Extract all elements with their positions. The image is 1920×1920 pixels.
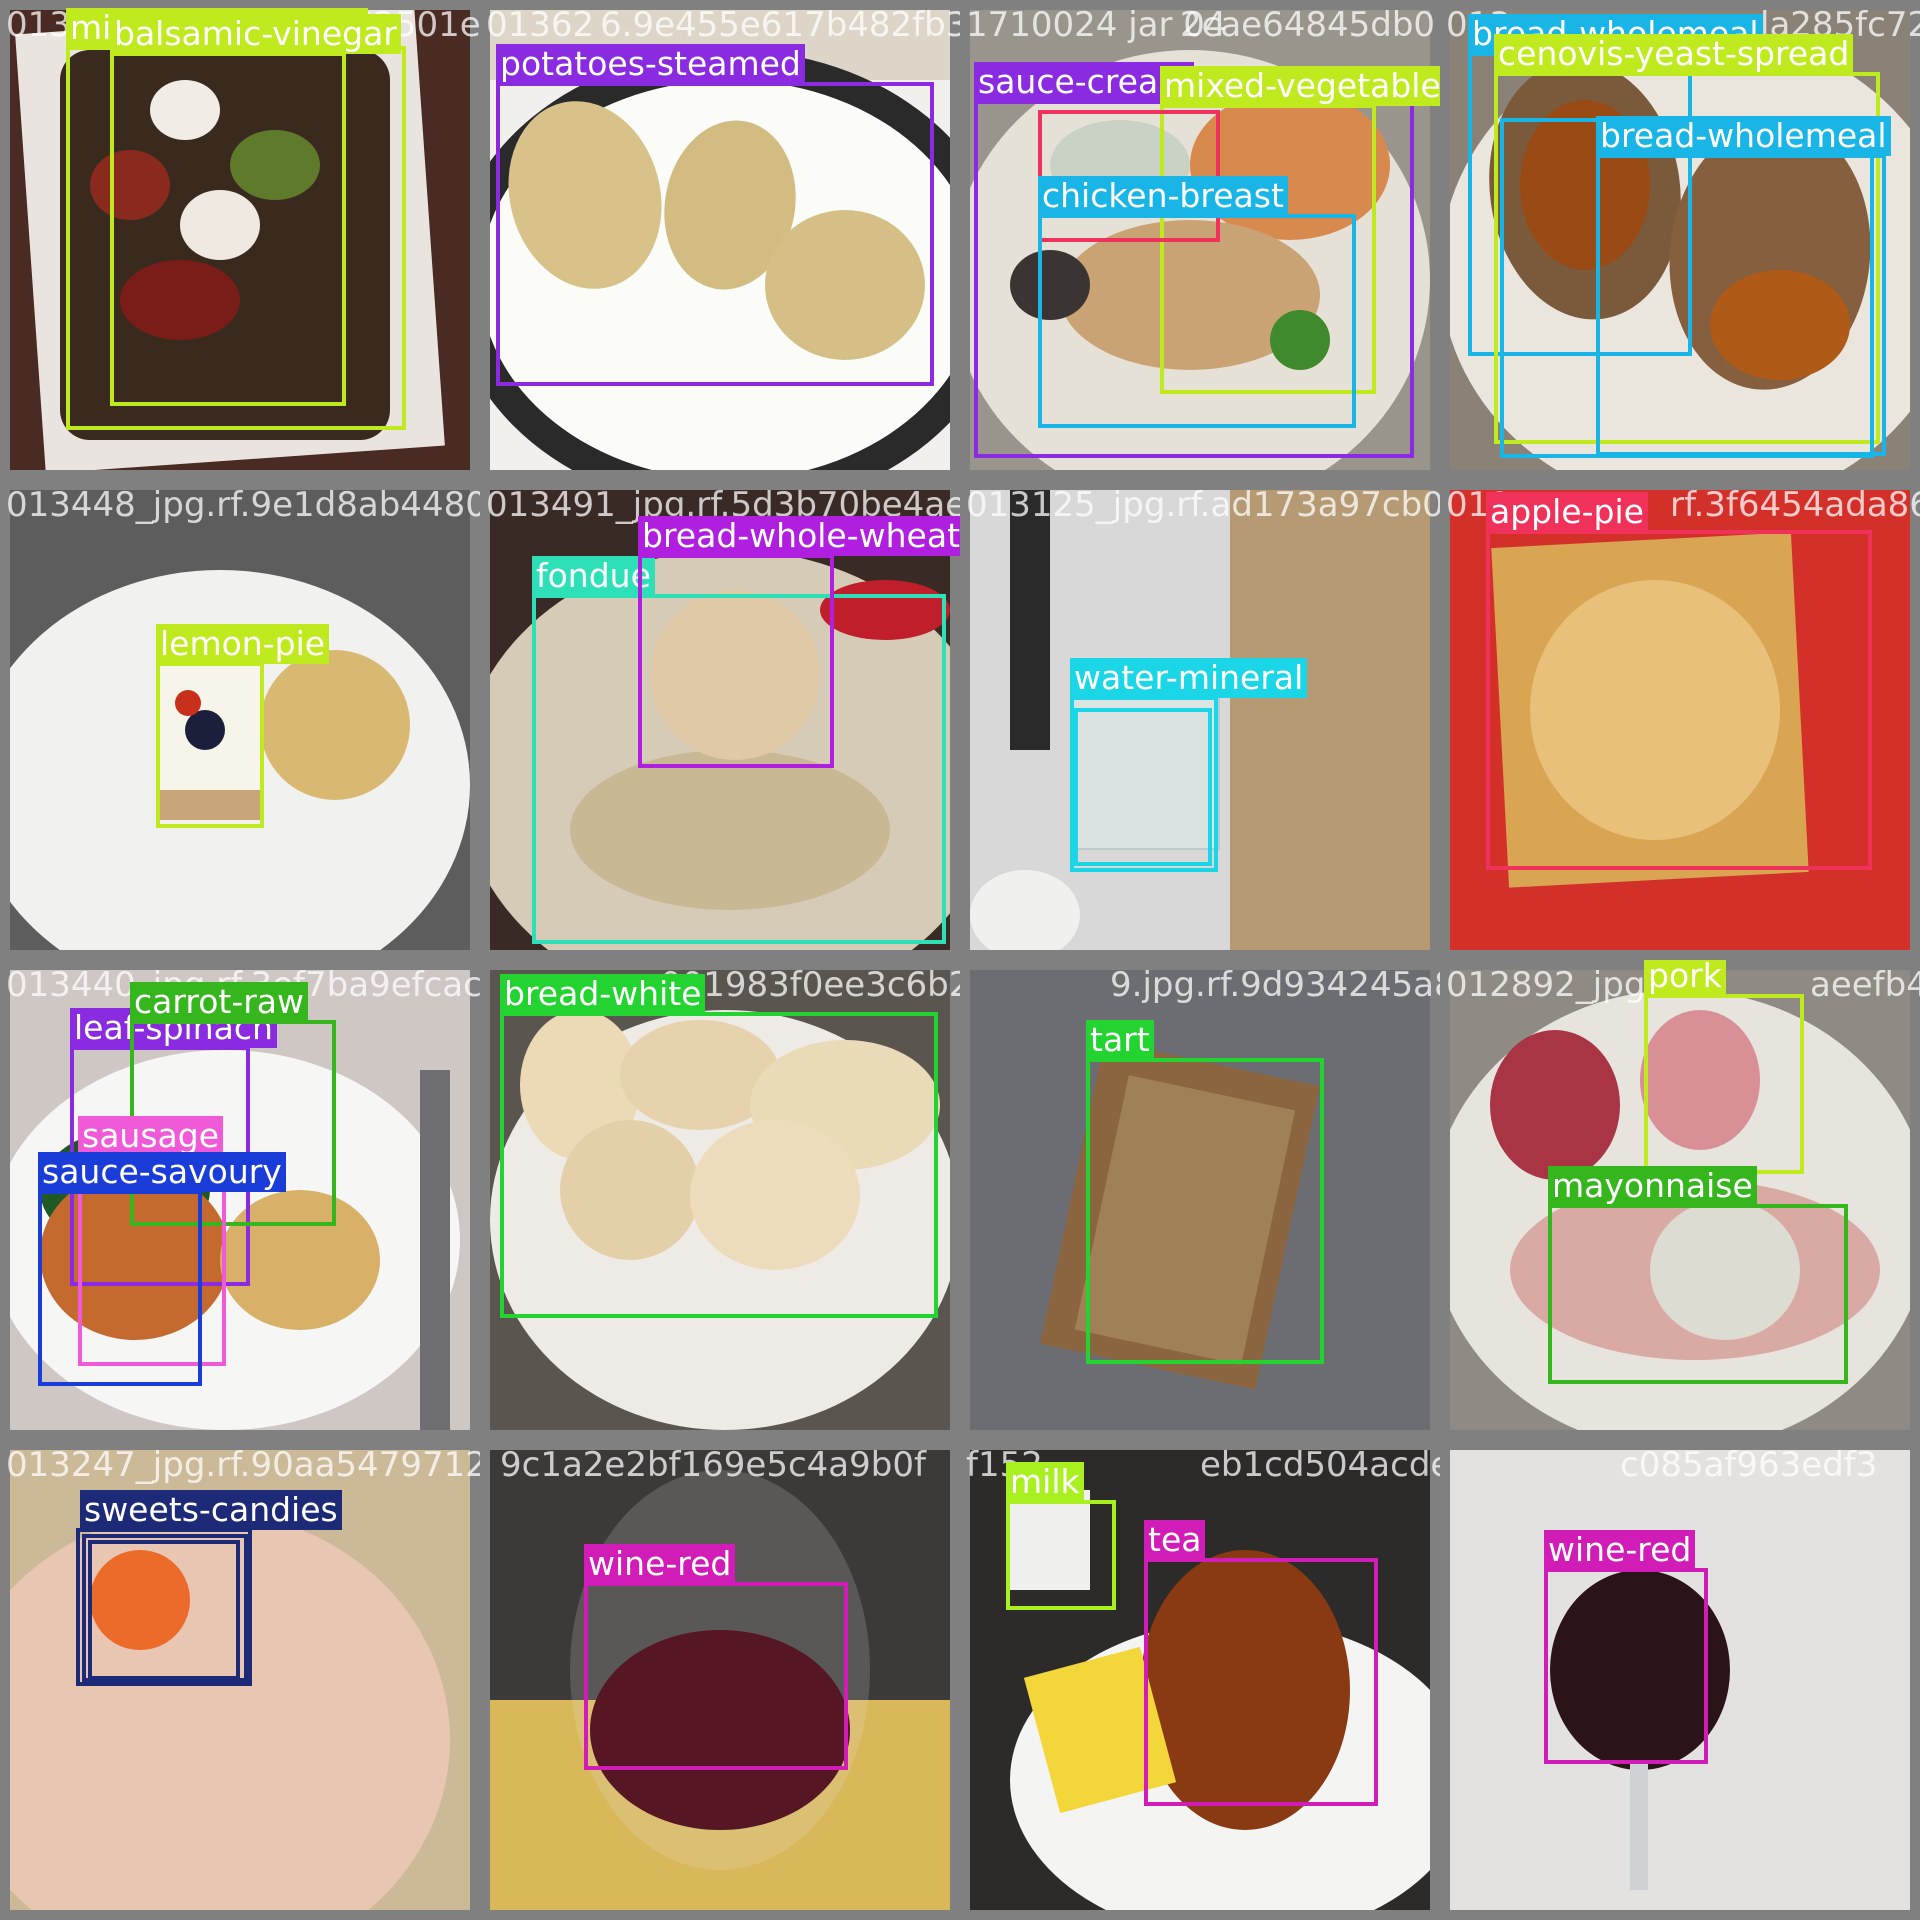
bounding-box-label: balsamic-vinegar — [110, 14, 401, 54]
mosaic-tile: 013125_jpg.rf.ad173a97cb0 water-mineral — [960, 480, 1440, 960]
mosaic-tile: 013440_jpg.rf.3ef7ba9efcac9 leaf-spinach… — [0, 960, 480, 1440]
bounding-box-label: sausage — [78, 1116, 223, 1156]
image-filename-tail: rf.3f6454ada86f3 — [1670, 485, 1920, 525]
mosaic-tile: 013247_jpg.rf.90aa54797128 sweets-candie… — [0, 1440, 480, 1920]
bounding-box-label: wine-red — [584, 1544, 736, 1584]
bounding-box — [88, 1540, 240, 1680]
bounding-box-label: potatoes-steamed — [496, 44, 805, 84]
bounding-box-label: apple-pie — [1486, 492, 1648, 532]
bounding-box: balsamic-vinegar — [110, 14, 401, 406]
image-filename-tail: eb1cd504acde — [1200, 1445, 1440, 1485]
image-filename: 013247_jpg.rf.90aa54797128 — [6, 1445, 480, 1485]
mosaic-tile: 013448_jpg.rf.9e1d8ab4480 lemon-pie — [0, 480, 480, 960]
mosaic-tile: 01345 762501e62 mixed-vegetables balsami… — [0, 0, 480, 480]
bounding-box: pork — [1644, 960, 1804, 1174]
mosaic-grid: 01345 762501e62 mixed-vegetables balsami… — [0, 0, 1920, 1920]
bounding-box-label: wine-red — [1544, 1530, 1696, 1570]
bounding-box-label: bread-whole-wheat — [638, 516, 960, 556]
bounding-box: lemon-pie — [156, 624, 330, 828]
image-filename-tail: 6.9e455e617b482fb3 — [600, 5, 960, 45]
image-filename-tail: aeefb4b1e — [1810, 965, 1920, 1005]
bounding-box: apple-pie — [1486, 492, 1872, 870]
bounding-box: potatoes-steamed — [496, 44, 934, 386]
image-filename: 01362 — [486, 5, 595, 45]
mosaic-tile: c085af963edf3 wine-red — [1440, 1440, 1920, 1920]
mosaic-tile: 01362 6.9e455e617b482fb3 potatoes-steame… — [480, 0, 960, 480]
bounding-box: bread-wholemeal — [1596, 116, 1891, 456]
bounding-box-label: bread-wholemeal — [1596, 116, 1891, 156]
bounding-box: wine-red — [1544, 1530, 1708, 1764]
bounding-box-label: carrot-raw — [130, 982, 309, 1022]
bounding-box: milk — [1006, 1462, 1116, 1610]
bounding-box-label: sauce-savoury — [38, 1152, 286, 1192]
bounding-box: tea — [1144, 1520, 1378, 1806]
mosaic-tile: 9c1a2e2bf169e5c4a9b0f wine-red — [480, 1440, 960, 1920]
mosaic-tile: 013491_jpg.rf.5d3b70be4ae39 fondue bread… — [480, 480, 960, 960]
bounding-box-label: pork — [1644, 960, 1726, 996]
mosaic-tile: 013 la285fc72 bread-wholemeal cenovis-ye… — [1440, 0, 1920, 480]
mosaic-tile: 012892_jpg aeefb4b1e pork mayonnaise — [1440, 960, 1920, 1440]
bounding-box-label: bread-white — [500, 974, 706, 1014]
bounding-box-label: mixed-vegetables — [1160, 66, 1440, 106]
bounding-box: sauce-savoury — [38, 1152, 286, 1386]
bounding-box: chicken-breast — [1038, 176, 1356, 428]
image-filename-tail: 2cae64845db0 — [1180, 5, 1436, 45]
bounding-box-label: milk — [1006, 1462, 1084, 1502]
bounding-box-label: tea — [1144, 1520, 1206, 1560]
image-filename: 013448_jpg.rf.9e1d8ab4480 — [6, 485, 480, 525]
mosaic-tile: 9.jpg.rf.9d934245a8a tart — [960, 960, 1440, 1440]
bounding-box-label: mayonnaise — [1548, 1166, 1757, 1206]
bounding-box-label: water-mineral — [1070, 658, 1308, 698]
image-filename: 013125_jpg.rf.ad173a97cb0 — [966, 485, 1440, 525]
bounding-box-label: fondue — [532, 556, 655, 596]
image-filename-tail: c085af963edf3 — [1620, 1445, 1878, 1485]
bounding-box — [1074, 708, 1212, 866]
bounding-box-label: chicken-breast — [1038, 176, 1288, 216]
mosaic-tile: 1710024 jar 04 2cae64845db0 sauce-cream … — [960, 0, 1440, 480]
bounding-box: tart — [1086, 1020, 1324, 1364]
bounding-box-label: cenovis-yeast-spread — [1494, 34, 1854, 74]
bounding-box: mayonnaise — [1548, 1166, 1848, 1384]
mosaic-tile: 011 rf.3f6454ada86f3 apple-pie — [1440, 480, 1920, 960]
image-filename-tail: 9c1a2e2bf169e5c4a9b0f — [500, 1445, 926, 1485]
bounding-box: bread-white — [500, 974, 938, 1318]
image-filename: 012892_jpg — [1446, 965, 1646, 1005]
bounding-box: wine-red — [584, 1544, 848, 1770]
bounding-box: bread-whole-wheat — [638, 516, 960, 768]
bounding-box-label: lemon-pie — [156, 624, 330, 664]
bounding-box-label: tart — [1086, 1020, 1154, 1060]
bounding-box-label: sweets-candies — [80, 1490, 342, 1530]
mosaic-tile: f152 eb1cd504acde milk tea — [960, 1440, 1440, 1920]
mosaic-tile: 001983f0ee3c6b2996 bread-white — [480, 960, 960, 1440]
image-filename-tail: 9.jpg.rf.9d934245a8a — [1110, 965, 1440, 1005]
